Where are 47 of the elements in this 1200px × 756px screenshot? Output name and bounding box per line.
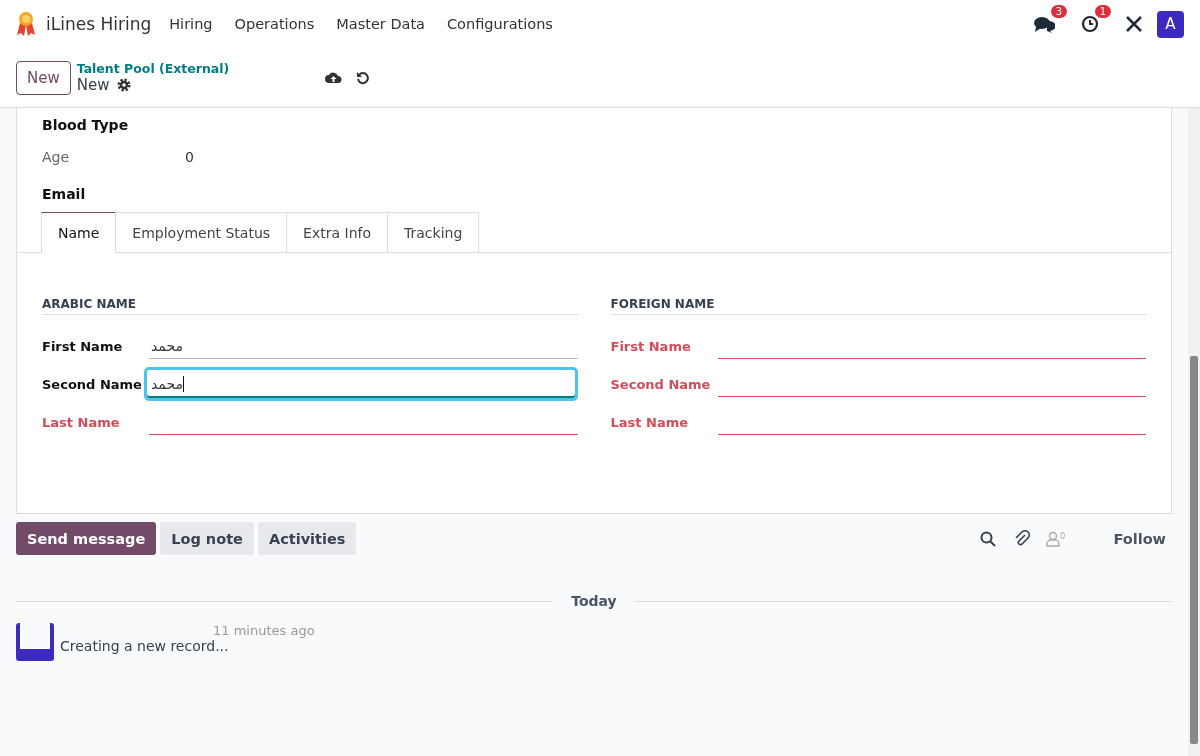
tab[interactable]: Name (41, 212, 117, 253)
messages-button[interactable]: 3 (1033, 5, 1067, 33)
group-title: ARABIC NAME (42, 297, 578, 315)
record-name: New (76, 76, 110, 94)
undo-icon[interactable] (356, 70, 371, 85)
search-icon[interactable] (980, 530, 997, 547)
input-field[interactable]: محمد (149, 333, 578, 359)
message-time: 11 minutes ago (213, 623, 315, 638)
new-button[interactable]: New (16, 60, 71, 95)
field-label: Email (42, 185, 87, 202)
message-text: Creating a new record... (60, 638, 230, 654)
menu-item[interactable]: Operations (234, 16, 315, 32)
field-label: Second Name (610, 376, 712, 392)
person-icon (1046, 530, 1061, 547)
field-value: 0 (185, 148, 194, 165)
group-title: FOREIGN NAME (610, 297, 1146, 315)
notification-badge: 1 (1094, 5, 1111, 18)
user-avatar[interactable]: A (1157, 10, 1184, 38)
field-label: First Name (42, 338, 124, 354)
chatter-button[interactable]: Activities (257, 522, 357, 555)
followers-count: 0 (1060, 530, 1066, 543)
field-label: Second Name (42, 376, 143, 392)
field-label: Age (42, 148, 71, 165)
scrollbar[interactable] (1188, 108, 1200, 756)
gear-icon[interactable] (117, 78, 132, 92)
chatter-button[interactable]: Log note (160, 522, 254, 555)
menu-item[interactable]: Configurations (447, 16, 553, 32)
ribbon-medal-icon (16, 11, 36, 37)
paperclip-icon[interactable] (1014, 530, 1031, 547)
date-separator: Today (571, 593, 617, 609)
field-label: First Name (610, 338, 692, 354)
field-label: Blood Type (42, 117, 130, 133)
tab[interactable]: Tracking (387, 212, 480, 252)
notification-badge: 3 (1050, 5, 1067, 18)
chatter-button[interactable]: Send message (16, 522, 157, 555)
field-label: Last Name (610, 414, 690, 430)
breadcrumb-link[interactable]: Talent Pool (External) (76, 61, 230, 76)
chat-bubbles-icon (1033, 15, 1055, 33)
clock-icon (1081, 15, 1099, 33)
field-label: Last Name (42, 414, 121, 430)
menu-item[interactable]: Master Data (336, 16, 425, 32)
clock-menu-button[interactable]: 1 (1081, 5, 1111, 33)
menu-item[interactable]: Hiring (169, 16, 213, 32)
app-name[interactable]: iLines Hiring (46, 14, 152, 34)
cloud-upload-icon[interactable] (325, 71, 343, 84)
follow-button[interactable]: Follow (1113, 530, 1166, 547)
input-field[interactable]: محمد (144, 367, 578, 401)
